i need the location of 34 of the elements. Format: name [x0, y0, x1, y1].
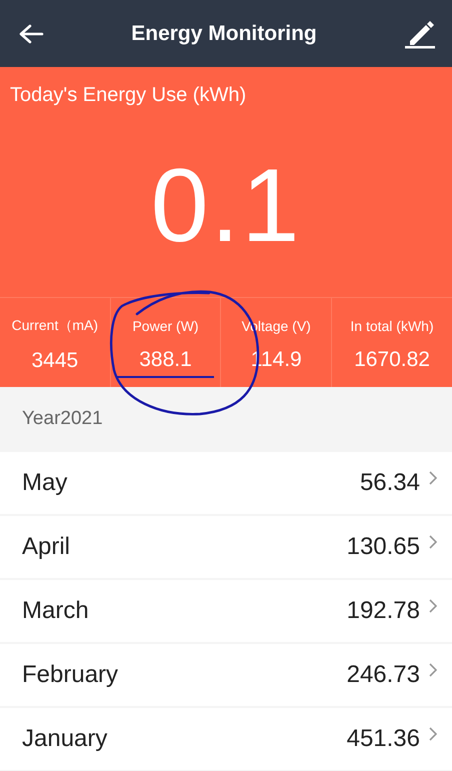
month-name: January — [22, 725, 108, 753]
stat-value: 3445 — [30, 348, 80, 374]
year-label: Year2021 — [21, 406, 104, 430]
today-label: Today's Energy Use (kWh) — [9, 83, 248, 108]
month-value: 56.34 — [360, 469, 420, 497]
month-name: May — [22, 469, 68, 497]
stat-label: In total (kWh) — [350, 318, 434, 334]
stat-value: 1670.82 — [353, 348, 431, 373]
month-row[interactable]: February 246.73 — [0, 644, 452, 706]
month-row[interactable]: May 56.34 — [0, 452, 452, 514]
edit-button[interactable] — [404, 18, 436, 48]
back-arrow-icon — [18, 22, 44, 44]
month-name: March — [22, 597, 90, 625]
month-row[interactable]: January 451.36 — [0, 708, 452, 770]
chevron-icon — [428, 598, 438, 614]
month-row[interactable]: April 130.65 — [0, 516, 452, 578]
chevron-icon — [428, 470, 438, 486]
chevron-icon — [428, 726, 438, 742]
chevron-icon — [428, 662, 438, 678]
today-value: 0.1 — [150, 147, 302, 266]
month-name: February — [22, 661, 120, 689]
month-row[interactable]: March 192.78 — [0, 580, 452, 642]
stat-label: Power (W) — [132, 318, 199, 334]
pencil-icon — [404, 18, 436, 48]
stat-value: 388.1 — [117, 348, 214, 378]
month-value: 192.78 — [346, 597, 420, 625]
month-value: 451.36 — [346, 725, 420, 753]
month-name: April — [22, 533, 72, 561]
back-button[interactable] — [18, 22, 44, 44]
month-value: 246.73 — [346, 661, 420, 689]
stat-label: Current（mA) — [12, 316, 98, 335]
chevron-icon — [428, 534, 438, 550]
window-title: Energy Monitoring — [131, 22, 317, 46]
month-value: 130.65 — [346, 533, 420, 561]
